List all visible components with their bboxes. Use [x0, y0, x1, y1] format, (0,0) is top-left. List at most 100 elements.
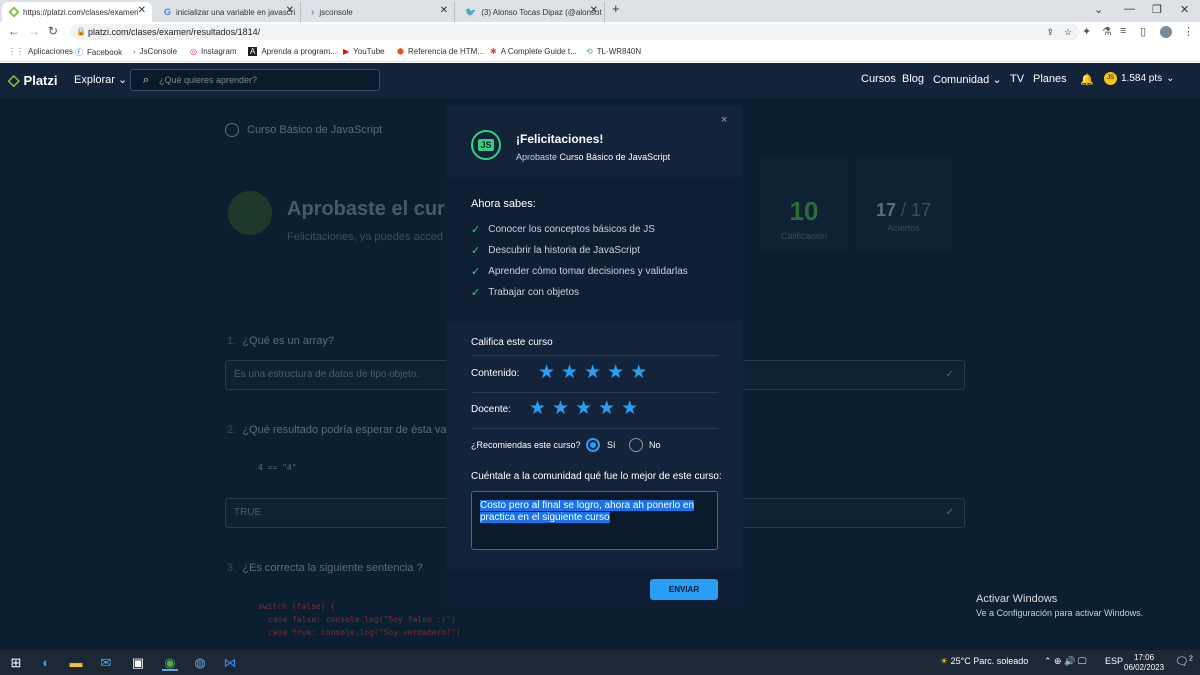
check-icon: ✓ — [945, 507, 954, 518]
new-tab-icon[interactable]: + — [612, 1, 620, 16]
tab-search-icon[interactable]: ⌄ — [1094, 3, 1103, 16]
check-icon: ✓ — [945, 369, 954, 380]
close-tab-icon[interactable]: ✕ — [286, 5, 294, 16]
star-rating-contenido[interactable]: ★ ★ ★ ★ ★ — [538, 361, 647, 384]
notifications-icon[interactable]: 🗨2 — [1175, 655, 1193, 668]
rating-label-contenido: Contenido: — [471, 368, 520, 379]
restore-icon[interactable]: ❐ — [1152, 3, 1162, 16]
star-icon[interactable]: ★ — [538, 361, 555, 384]
nav-comunidad[interactable]: Comunidad ⌄ — [933, 73, 1002, 86]
mail-icon[interactable]: ✉ — [98, 655, 114, 671]
close-window-icon[interactable]: ✕ — [1180, 3, 1189, 16]
points-menu[interactable]: JS 1.584 pts ⌄ — [1104, 72, 1175, 85]
edge-icon[interactable]: ◐ — [38, 655, 54, 671]
windows-start-icon[interactable]: ⊞ — [8, 655, 24, 671]
close-tab-icon[interactable]: ✕ — [138, 5, 146, 16]
star-icon[interactable]: ★ — [598, 397, 615, 420]
share-icon[interactable]: ⇪ — [1046, 24, 1054, 40]
code-line: case true: console.log("Soy verdadero!") — [268, 628, 461, 637]
bookmark-facebook[interactable]: ⓕ Facebook — [75, 47, 122, 58]
bookmark-instagram[interactable]: ◎ Instagram — [190, 47, 237, 56]
menu-dots-icon[interactable]: ⋮ — [1183, 25, 1194, 38]
star-icon[interactable]: ★ — [529, 397, 546, 420]
profile-avatar[interactable] — [1160, 26, 1172, 38]
tab-jsconsole[interactable]: › jsconsole ✕ — [303, 2, 455, 22]
clock[interactable]: 17:06 06/02/2023 — [1124, 653, 1164, 673]
tab-platzi[interactable]: https://platzi.com/clases/examen ✕ — [2, 2, 152, 22]
code-line: case false: console.log("Soy falso :(") — [268, 615, 456, 624]
close-tab-icon[interactable]: ✕ — [440, 5, 448, 16]
bookmark-jsconsole[interactable]: › JsConsole — [133, 47, 177, 56]
nav-planes[interactable]: Planes — [1033, 73, 1067, 85]
nav-tv[interactable]: TV — [1010, 73, 1024, 85]
star-rating-docente[interactable]: ★ ★ ★ ★ ★ — [529, 397, 638, 420]
bell-icon[interactable]: 🔔 — [1080, 73, 1094, 86]
back-icon[interactable]: ← — [8, 24, 20, 38]
url-field[interactable]: 🔒 platzi.com/clases/examen/resultados/18… — [70, 24, 1080, 40]
check-icon: ✓ — [471, 224, 481, 236]
router-icon: ⟲ — [586, 47, 593, 56]
modal-header: JS ¡Felicitaciones! Aprobaste Curso Bási… — [446, 105, 743, 177]
close-icon[interactable]: × — [721, 114, 727, 126]
recommend-no-radio[interactable] — [629, 438, 643, 452]
apps-grid-icon: ⋮⋮ — [8, 47, 24, 56]
forward-icon[interactable]: → — [28, 24, 40, 38]
submit-button[interactable]: ENVIAR — [650, 579, 718, 600]
recommend-yes-radio[interactable] — [586, 438, 600, 452]
extensions-icon[interactable]: ✦ — [1082, 25, 1091, 38]
app-icon[interactable]: ◍ — [192, 655, 208, 671]
tab-google[interactable]: G inicializar una variable en javascri ✕ — [156, 2, 301, 22]
comment-label: Cuéntale a la comunidad qué fue lo mejor… — [471, 471, 722, 482]
star-icon[interactable]: ★ — [607, 361, 624, 384]
reload-icon[interactable]: ↻ — [48, 24, 58, 38]
tab-title: (3) Alonso Tocas Dipaz (@alonsot — [481, 7, 602, 17]
search-input[interactable]: ⌕ ¿Qué quieres aprender? — [130, 69, 380, 91]
star-icon[interactable]: ★ — [630, 361, 647, 384]
file-explorer-icon[interactable]: ▬ — [68, 655, 84, 671]
recommend-no-label[interactable]: No — [649, 440, 661, 450]
bookmark-aprenda[interactable]: A Aprenda a program... — [248, 47, 337, 56]
divider — [471, 392, 718, 393]
search-icon: ⌕ — [143, 74, 150, 86]
bookmark-apps[interactable]: ⋮⋮ Aplicaciones — [8, 47, 73, 56]
platzi-logo-icon: ◇ — [8, 72, 20, 89]
star-icon[interactable]: ★ — [584, 361, 601, 384]
tab-twitter[interactable]: 🐦 (3) Alonso Tocas Dipaz (@alonsot ✕ — [457, 2, 605, 22]
trophy-icon — [228, 191, 272, 235]
explorar-menu[interactable]: Explorar ⌄ — [74, 73, 127, 86]
youtube-icon: ▶ — [343, 47, 350, 56]
minimize-icon[interactable]: — — [1124, 3, 1135, 15]
divider — [471, 355, 718, 356]
comment-textarea[interactable]: Costo pero al final se logro, ahora ah p… — [471, 491, 718, 550]
star-icon[interactable]: ★ — [552, 397, 569, 420]
course-breadcrumb[interactable]: Curso Básico de JavaScript — [225, 123, 382, 137]
chevron-down-icon: ⌄ — [118, 74, 128, 86]
platzi-logo[interactable]: ◇ Platzi — [8, 71, 58, 89]
sidepanel-icon[interactable]: ▯ — [1140, 25, 1146, 38]
tray-icons[interactable]: ⌃ ⊕ 🔊 🖵 — [1044, 656, 1086, 667]
question-1: 1. ¿Qué es un array? — [227, 335, 335, 347]
bookmark-html-ref[interactable]: ⬢ Referencia de HTM... — [397, 47, 484, 56]
bookmark-star-icon[interactable]: ☆ — [1064, 24, 1072, 40]
close-tab-icon[interactable]: ✕ — [590, 5, 598, 16]
lock-icon: 🔒 — [76, 27, 86, 36]
nav-cursos[interactable]: Cursos — [861, 73, 896, 85]
reading-list-icon[interactable]: ≡ — [1120, 25, 1126, 37]
store-icon[interactable]: ▣ — [130, 655, 146, 671]
star-icon[interactable]: ★ — [575, 397, 592, 420]
star-icon[interactable]: ★ — [621, 397, 638, 420]
weather-widget[interactable]: ☀ 25°C Parc. soleado — [940, 656, 1028, 667]
bookmark-guide[interactable]: ✱ A Complete Guide t... — [490, 47, 577, 56]
vscode-icon[interactable]: ⋈ — [222, 655, 238, 671]
lab-icon[interactable]: ⚗ — [1102, 25, 1112, 38]
star-icon[interactable]: ★ — [561, 361, 578, 384]
chrome-icon[interactable]: ◉ — [162, 655, 178, 671]
nav-blog[interactable]: Blog — [902, 73, 924, 85]
bookmark-router[interactable]: ⟲ TL-WR840N — [586, 47, 641, 56]
recommend-yes-label[interactable]: Sí — [607, 440, 616, 450]
rate-heading: Califica este curso — [471, 337, 553, 348]
tab-title: https://platzi.com/clases/examen — [23, 7, 139, 17]
language-indicator[interactable]: ESP — [1105, 656, 1123, 666]
bookmark-youtube[interactable]: ▶ YouTube — [343, 47, 385, 56]
twitter-favicon-icon: 🐦 — [465, 6, 477, 17]
